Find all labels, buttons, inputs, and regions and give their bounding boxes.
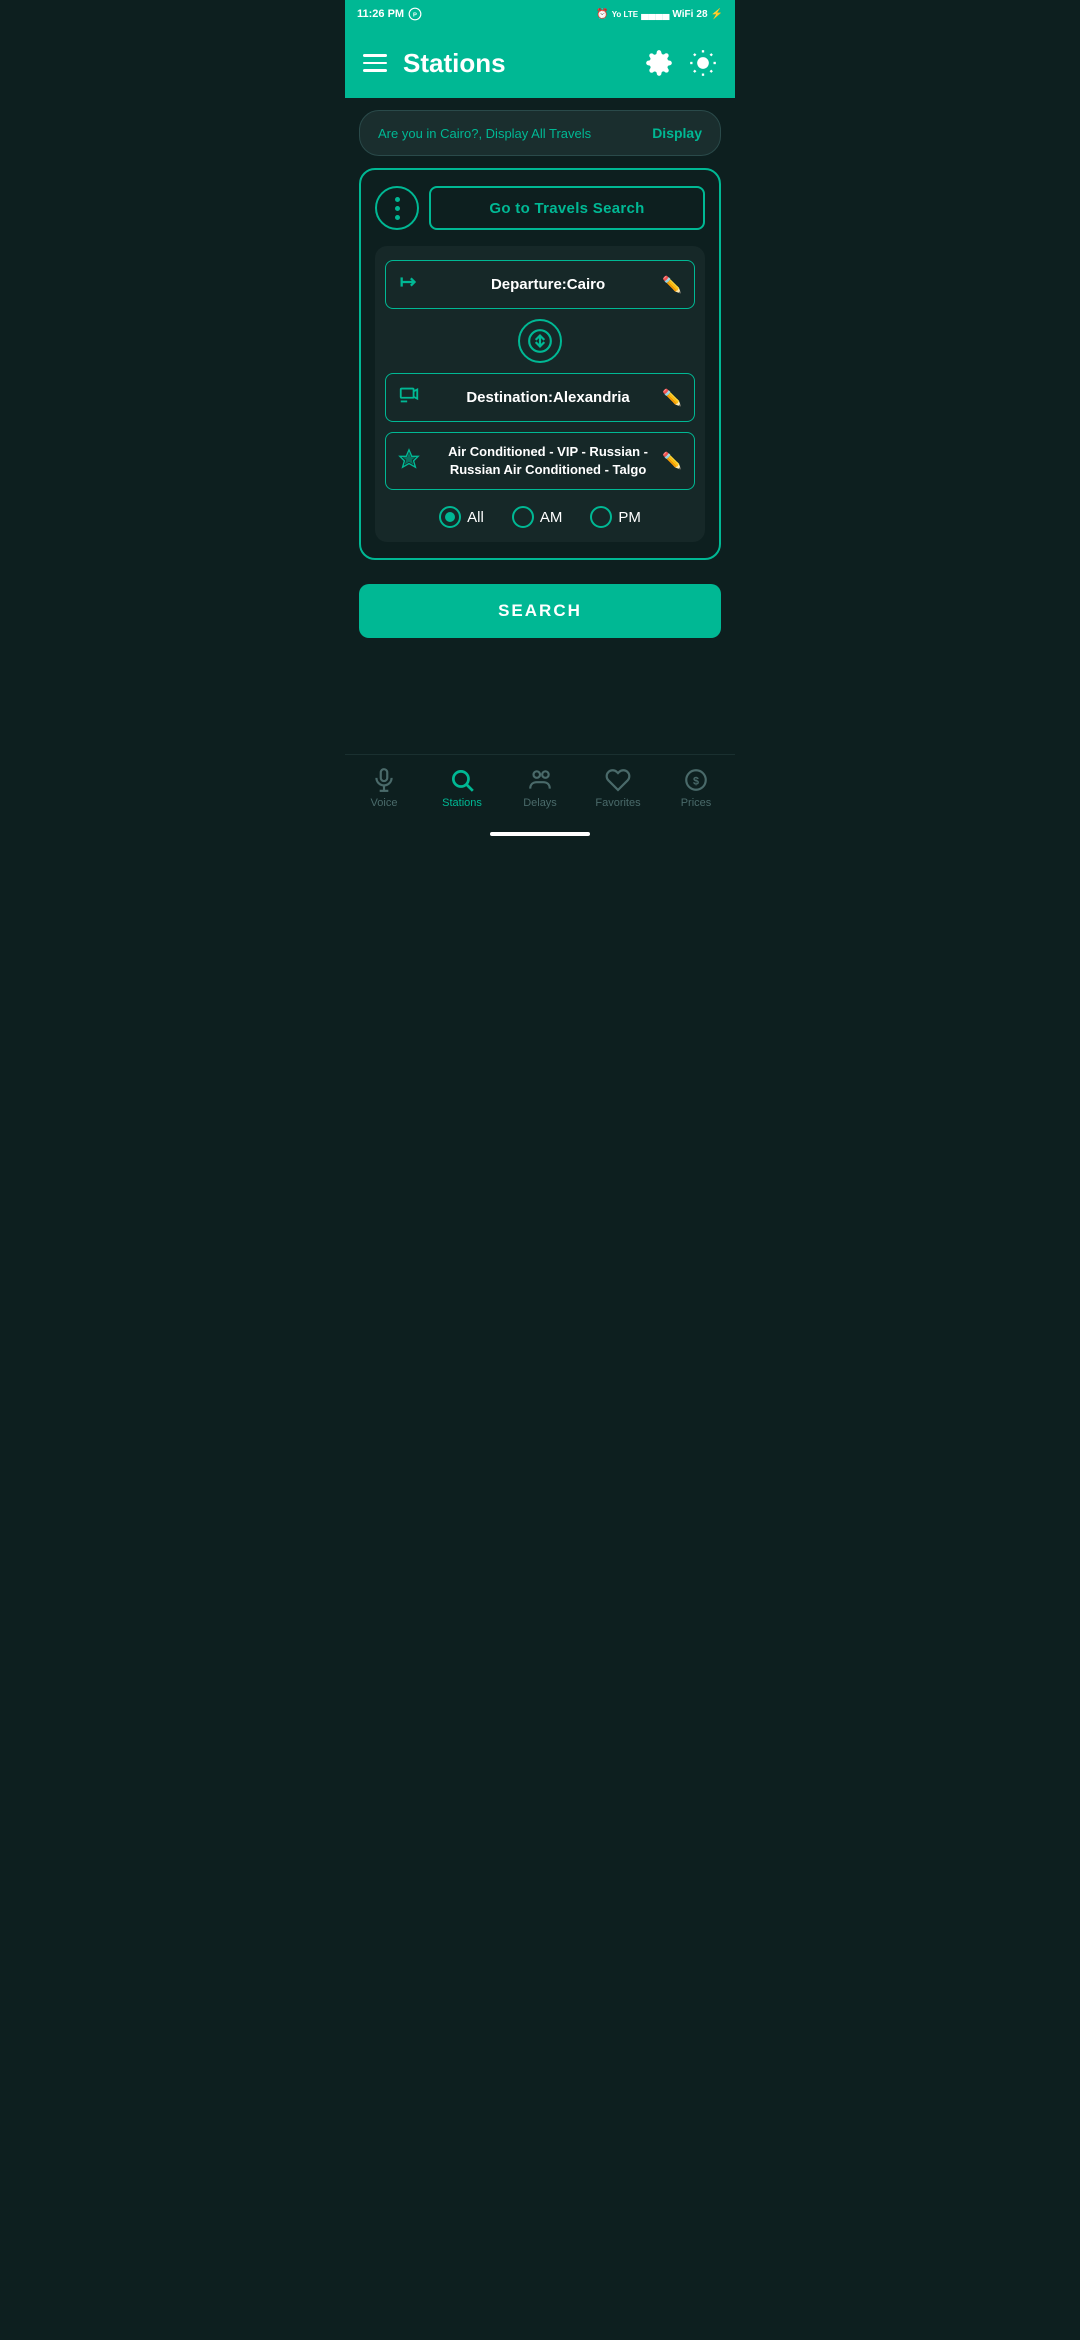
nav-stations-label: Stations xyxy=(442,797,482,809)
radio-pm-circle xyxy=(590,506,612,528)
header-right xyxy=(645,49,717,77)
alarm-icon: ⏰ xyxy=(596,9,608,20)
goto-travels-button[interactable]: Go to Travels Search xyxy=(429,186,705,230)
status-time-area: 11:26 PM P xyxy=(357,7,422,21)
departure-icon xyxy=(398,271,424,298)
search-button[interactable]: SEARCH xyxy=(359,584,721,638)
radio-pm-label: PM xyxy=(618,509,641,526)
options-button[interactable] xyxy=(375,186,419,230)
radio-all-circle xyxy=(439,506,461,528)
train-type-field[interactable]: Air Conditioned - VIP - Russian - Russia… xyxy=(385,432,695,490)
delays-icon xyxy=(527,767,553,793)
svg-text:$: $ xyxy=(693,775,699,787)
radio-all-label: All xyxy=(467,509,484,526)
radio-am-label: AM xyxy=(540,509,563,526)
card-top-row: Go to Travels Search xyxy=(375,186,705,230)
departure-text: Departure:Cairo xyxy=(434,276,662,293)
status-bar: 11:26 PM P ⏰ Yo LTE ▄▄▄▄ WiFi 28 ⚡ xyxy=(345,0,735,28)
nav-prices[interactable]: $ Prices xyxy=(666,767,726,809)
nav-favorites-label: Favorites xyxy=(595,797,640,809)
destination-text: Destination:Alexandria xyxy=(434,389,662,406)
charging-icon: ⚡ xyxy=(711,9,723,20)
brightness-icon[interactable] xyxy=(689,49,717,77)
header-left: Stations xyxy=(363,48,506,79)
banner-text: Are you in Cairo?, Display All Travels xyxy=(378,126,591,141)
search-card: Go to Travels Search Departure:Cairo ✏️ xyxy=(359,168,721,560)
signal-icon: ▄▄▄▄ xyxy=(641,9,669,20)
nav-favorites[interactable]: Favorites xyxy=(588,767,648,809)
radio-all[interactable]: All xyxy=(439,506,484,528)
departure-edit-icon[interactable]: ✏️ xyxy=(662,275,682,295)
nav-delays-label: Delays xyxy=(523,797,557,809)
home-indicator xyxy=(490,832,590,836)
app-header: Stations xyxy=(345,28,735,98)
radio-pm[interactable]: PM xyxy=(590,506,641,528)
display-button[interactable]: Display xyxy=(652,125,702,141)
microphone-icon xyxy=(371,767,397,793)
nav-prices-label: Prices xyxy=(681,797,712,809)
swap-button[interactable] xyxy=(518,319,562,363)
wifi-icon: WiFi xyxy=(672,9,693,20)
page-title: Stations xyxy=(403,48,506,79)
location-banner: Are you in Cairo?, Display All Travels D… xyxy=(359,110,721,156)
destination-edit-icon[interactable]: ✏️ xyxy=(662,388,682,408)
nav-voice[interactable]: Voice xyxy=(354,767,414,809)
nav-voice-label: Voice xyxy=(371,797,398,809)
prices-icon: $ xyxy=(683,767,709,793)
menu-button[interactable] xyxy=(363,54,387,72)
three-dots-icon xyxy=(395,197,400,220)
train-type-edit-icon[interactable]: ✏️ xyxy=(662,451,682,471)
train-type-icon xyxy=(398,448,424,475)
destination-field[interactable]: Destination:Alexandria ✏️ xyxy=(385,373,695,422)
time-filter-group: All AM PM xyxy=(385,506,695,528)
departure-field[interactable]: Departure:Cairo ✏️ xyxy=(385,260,695,309)
fields-container: Departure:Cairo ✏️ xyxy=(375,246,705,542)
swap-container xyxy=(385,319,695,363)
train-type-text: Air Conditioned - VIP - Russian - Russia… xyxy=(434,443,662,479)
lte-label: Yo LTE xyxy=(612,10,638,19)
bottom-navigation: Voice Stations Delays Favorites $ Prices xyxy=(345,754,735,844)
svg-text:P: P xyxy=(413,12,417,18)
radio-am[interactable]: AM xyxy=(512,506,563,528)
settings-icon[interactable] xyxy=(645,49,673,77)
nav-stations[interactable]: Stations xyxy=(432,767,492,809)
radio-am-circle xyxy=(512,506,534,528)
heart-icon xyxy=(605,767,631,793)
battery-level: 28 xyxy=(696,9,707,20)
media-icon: P xyxy=(408,7,422,21)
destination-icon xyxy=(398,384,424,411)
nav-delays[interactable]: Delays xyxy=(510,767,570,809)
search-icon xyxy=(449,767,475,793)
time-display: 11:26 PM xyxy=(357,8,404,20)
status-indicators: ⏰ Yo LTE ▄▄▄▄ WiFi 28 ⚡ xyxy=(596,9,723,20)
